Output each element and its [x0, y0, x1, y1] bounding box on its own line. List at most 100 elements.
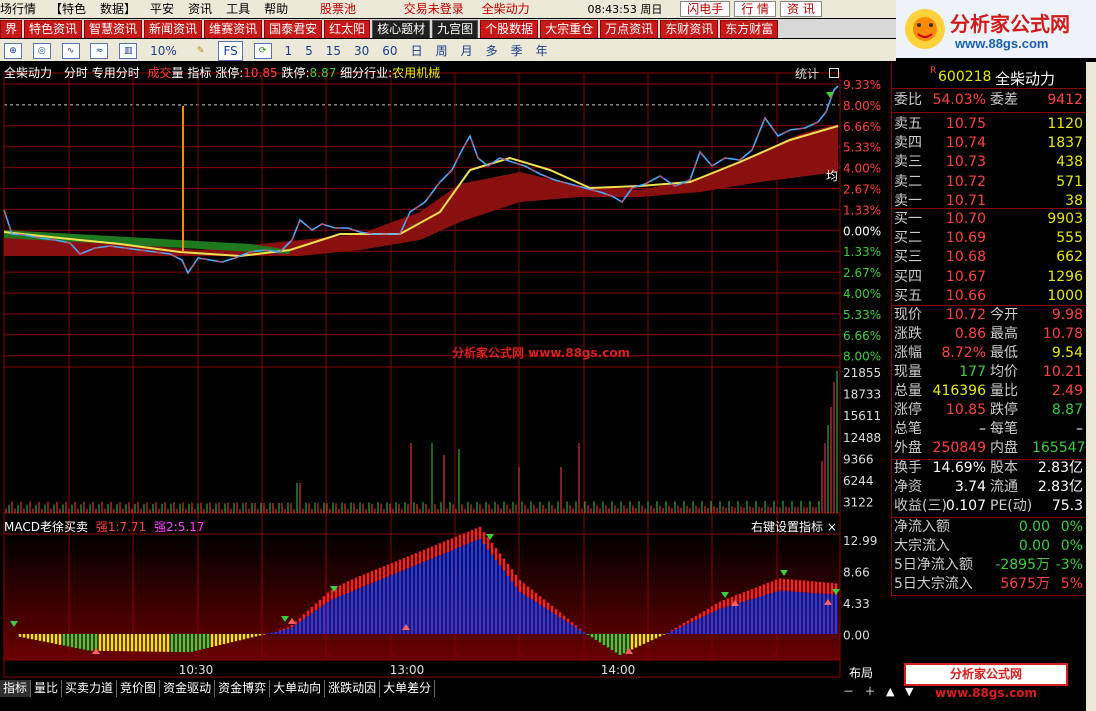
quick-button-0[interactable]: 闪电手 [680, 1, 731, 17]
macd-axis-label: 8.66 [843, 566, 870, 580]
chart-area[interactable]: 9.33% 8.00% 6.66% 5.33% 4.00% 2.67% 1.33% 0.00%… [0, 62, 890, 678]
price-axis-label: 0.00% [843, 224, 881, 238]
tab-1[interactable]: 特色资讯 [24, 20, 83, 38]
bottom-tab-4[interactable]: 资金驱动 [160, 680, 216, 697]
quote-panel: R 600218 全柴动力 委比 54.03% 委差 9412 卖五 10.75 1… [891, 62, 1089, 597]
bottom-tab-0[interactable]: 指标 [0, 680, 32, 697]
bar-chart-icon[interactable]: ▥ [119, 43, 138, 59]
ask-row-3-label: 卖二 [894, 173, 922, 190]
period-0[interactable]: 1 [280, 42, 296, 60]
mode-special[interactable]: 专用分时 [92, 66, 140, 80]
price-axis-label: 4.00% [843, 287, 881, 301]
bottom-tab-1[interactable]: 量比 [31, 680, 63, 697]
macd-title-bar: MACD老徐买卖 强1:7.71 强2:5.17 [4, 518, 204, 535]
menu-item-5[interactable]: 工具 [226, 0, 250, 18]
period-3[interactable]: 30 [350, 42, 373, 60]
fund-row-1-label2: 流通 [990, 479, 1018, 495]
menu-item-6[interactable]: 帮助 [264, 0, 288, 18]
tab-9[interactable]: 个股数据 [480, 20, 539, 38]
period-8[interactable]: 多 [482, 42, 502, 60]
ad-banner[interactable]: 分析家公式网 www.88gs.com [904, 663, 1068, 700]
statistics-button[interactable]: 统计 [795, 65, 839, 82]
tab-6[interactable]: 红太阳 [324, 20, 371, 38]
stat-row-3: 现量 177 均价 10.21 [892, 363, 1087, 382]
bid-row-1: 买二 10.69 555 [892, 229, 1087, 248]
stat-row-7: 外盘 250849 内盘 165547 [892, 439, 1087, 458]
period-9[interactable]: 季 [507, 42, 527, 60]
bid-row-3-volume: 1296 [1047, 268, 1083, 285]
period-5[interactable]: 日 [407, 42, 427, 60]
stock-pool-menu[interactable]: 股票池 [320, 0, 356, 18]
indicator-label[interactable]: 指标 [187, 66, 211, 80]
tab-11[interactable]: 万点资讯 [600, 20, 659, 38]
stat-row-2: 涨幅 8.72% 最低 9.54 [892, 344, 1087, 363]
flow-row-0-label: 净流入额 [894, 519, 950, 535]
volume-label-b[interactable]: 量 [172, 66, 184, 80]
period-10[interactable]: 年 [532, 42, 552, 60]
period-6[interactable]: 周 [432, 42, 452, 60]
zoom-icon[interactable]: ◎ [32, 43, 51, 59]
stat-row-1-label: 涨跌 [894, 326, 922, 342]
arrow-down-icon[interactable]: ▼ [905, 685, 913, 698]
bottom-tab-5[interactable]: 资金博弈 [215, 680, 271, 697]
tab-2[interactable]: 智慧资讯 [84, 20, 143, 38]
bottom-tab-2[interactable]: 买卖力道 [62, 680, 118, 697]
indicator-settings-link[interactable]: 右键设置指标 × [751, 518, 837, 535]
tab-5[interactable]: 国泰君安 [264, 20, 323, 38]
bottom-tab-3[interactable]: 竞价图 [117, 680, 161, 697]
period-1[interactable]: 5 [301, 42, 317, 60]
stock-name: 全柴动力 [995, 70, 1056, 88]
clock: 08:43:53 周日 [587, 3, 663, 16]
crosshair-icon[interactable]: ⊕ [4, 43, 22, 59]
tab-8[interactable]: 九宫图 [432, 20, 479, 38]
tab-12[interactable]: 东财资讯 [660, 20, 719, 38]
layout-button[interactable]: 布局 [849, 664, 873, 681]
tab-7[interactable]: 核心题材 [372, 20, 431, 38]
stat-row-2-label2: 最低 [990, 345, 1018, 361]
percent-button[interactable]: 10% [146, 42, 181, 60]
bid-row-4: 买五 10.66 1000 [892, 287, 1087, 306]
period-7[interactable]: 月 [457, 42, 477, 60]
wave-chart-icon[interactable]: ≈ [90, 43, 109, 59]
mode-intraday[interactable]: 分时 [64, 66, 88, 80]
chart-toolbar: ⊕ ◎ ∿ ≈ ▥ 10% ✎ FS ⟳ 1 5 15 30 60 日周月多季年 [0, 39, 896, 61]
wei-cha-value: 9412 [1047, 92, 1083, 108]
quick-button-1[interactable]: 行 情 [734, 1, 777, 17]
price-axis-label: 4.00% [843, 162, 881, 176]
zoom-out-icon[interactable]: － [843, 685, 854, 698]
volume-label-a[interactable]: 成交 [148, 66, 172, 80]
price-axis-label: 2.67% [843, 183, 881, 197]
period-4[interactable]: 60 [378, 42, 401, 60]
pencil-icon[interactable]: ✎ [191, 43, 210, 59]
tab-0[interactable]: 界 [0, 20, 23, 38]
menu-item-4[interactable]: 资讯 [188, 0, 212, 18]
statistics-label: 统计 [795, 67, 820, 81]
status-strip [0, 698, 896, 711]
tab-10[interactable]: 大宗重仓 [540, 20, 599, 38]
line-chart-icon[interactable]: ∿ [61, 43, 80, 59]
stat-row-2-value: 8.72% [941, 345, 986, 361]
tab-13[interactable]: 东方财富 [720, 20, 779, 38]
menu-item-2[interactable]: 数据】 [100, 0, 136, 18]
stat-row-2-value2: 9.54 [1051, 345, 1083, 361]
quick-button-2[interactable]: 资 讯 [780, 1, 822, 17]
menu-item-1[interactable]: 【特色 [50, 0, 86, 18]
fs-button[interactable]: FS [218, 41, 243, 61]
menu-item-0[interactable]: 场行情 [0, 0, 36, 18]
period-2[interactable]: 15 [322, 42, 345, 60]
bottom-tab-8[interactable]: 大单差分 [380, 680, 436, 697]
bid-row-3: 买四 10.67 1296 [892, 268, 1087, 287]
bottom-tab-7[interactable]: 涨跌动因 [325, 680, 381, 697]
wei-bi-label: 委比 [894, 92, 922, 108]
arrow-up-icon[interactable]: ▲ [886, 685, 894, 698]
bid-row-0: 买一 10.70 9903 [892, 210, 1087, 229]
tab-4[interactable]: 维赛资讯 [204, 20, 263, 38]
vertical-scrollbar[interactable] [1086, 62, 1096, 711]
menu-item-3[interactable]: 平安 [150, 0, 174, 18]
tab-3[interactable]: 新闻资讯 [144, 20, 203, 38]
bottom-tab-6[interactable]: 大单动向 [270, 680, 326, 697]
stat-row-3-label2: 均价 [990, 364, 1018, 380]
zoom-in-icon[interactable]: ＋ [865, 685, 876, 698]
ask-row-3: 卖二 10.72 571 [892, 173, 1087, 192]
refresh-icon[interactable]: ⟳ [253, 43, 272, 59]
